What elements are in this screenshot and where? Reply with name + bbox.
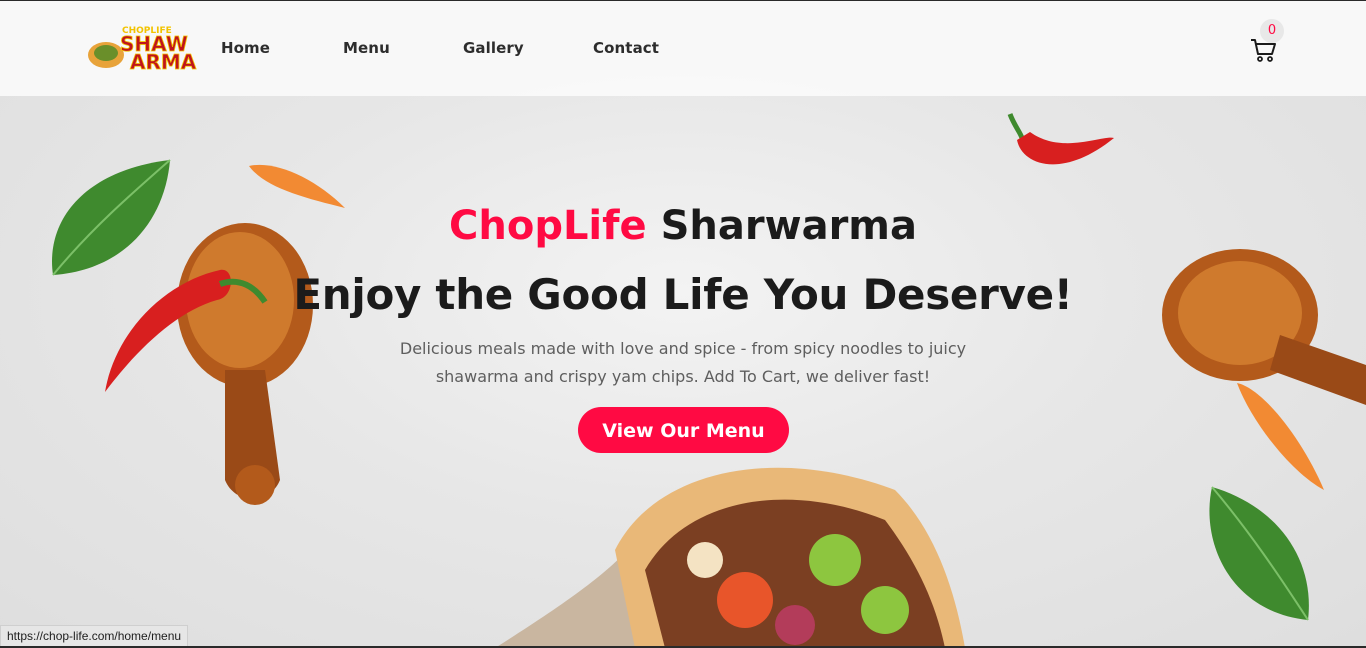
hero-title: ChopLife Sharwarma bbox=[0, 203, 1366, 249]
carrot-right-image bbox=[1237, 383, 1324, 490]
nav-link-menu[interactable]: Menu bbox=[343, 39, 390, 57]
hero-description-line1: Delicious meals made with love and spice… bbox=[399, 339, 967, 358]
hero-title-rest: Sharwarma bbox=[660, 203, 917, 249]
top-navigation-bar: CHOPLIFE SHAW ARMA Home Menu Gallery Con… bbox=[0, 1, 1366, 96]
hero-headline: Enjoy the Good Life You Deserve! bbox=[293, 270, 1073, 319]
hero-description: Delicious meals made with love and spice… bbox=[383, 335, 983, 391]
view-menu-button[interactable]: View Our Menu bbox=[578, 407, 789, 453]
basil-leaf-right-image bbox=[1209, 486, 1309, 621]
hero-description-line2: shawarma and crispy yam chips. Add To Ca… bbox=[435, 367, 931, 386]
page: CHOPLIFE SHAW ARMA Home Menu Gallery Con… bbox=[0, 0, 1366, 648]
svg-text:ARMA: ARMA bbox=[130, 50, 197, 74]
shawarma-wrap-image bbox=[495, 467, 965, 648]
nav-link-contact[interactable]: Contact bbox=[593, 39, 659, 57]
cart-icon bbox=[1251, 39, 1276, 62]
hero-title-brand: ChopLife bbox=[449, 203, 647, 249]
red-chili-top-right-image bbox=[1007, 113, 1114, 165]
nav-link-home[interactable]: Home bbox=[221, 39, 270, 57]
cart-button[interactable]: 0 bbox=[1249, 19, 1289, 67]
status-bar-url: https://chop-life.com/home/menu bbox=[0, 625, 189, 648]
logo-icon[interactable]: CHOPLIFE SHAW ARMA bbox=[84, 21, 204, 75]
nav-link-gallery[interactable]: Gallery bbox=[463, 39, 524, 57]
